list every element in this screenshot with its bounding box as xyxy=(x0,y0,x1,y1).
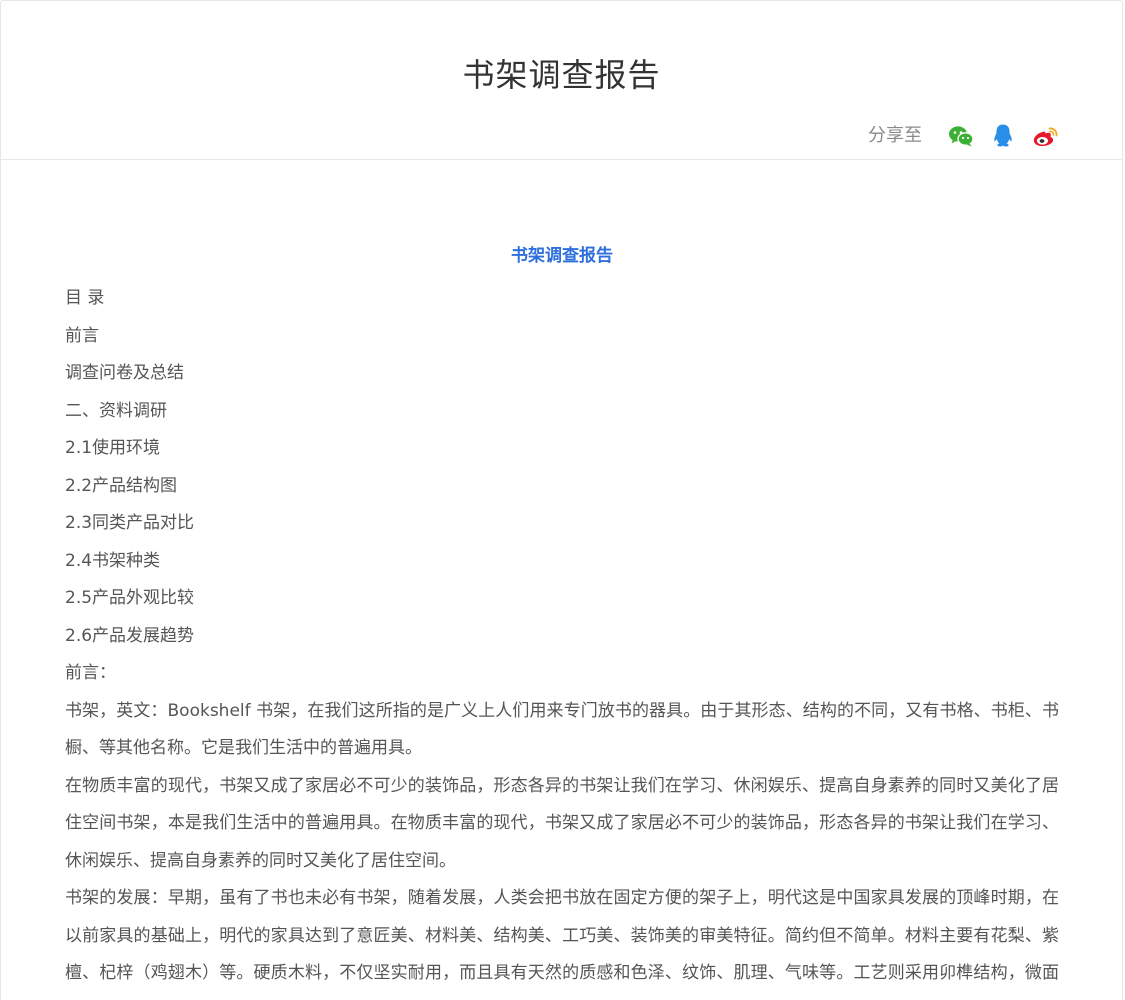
toc-item: 2.6产品发展趋势 xyxy=(65,625,195,646)
toc-item: 二、资料调研 xyxy=(65,400,167,421)
share-label: 分享至 xyxy=(868,125,922,146)
page-title: 书架调查报告 xyxy=(462,56,661,94)
document-heading: 书架调查报告 xyxy=(511,246,613,266)
weibo-icon[interactable] xyxy=(1030,121,1060,151)
section-heading: 前言： xyxy=(65,663,116,683)
article-content: 书架调查报告 目 录 前言 调查问卷及总结 二、资料调研 2.1使用环境 2.2… xyxy=(1,160,1122,1000)
toc-item: 调查问卷及总结 xyxy=(65,363,184,383)
page: 书架调查报告 分享至 书架调查报告 目 录 前言 调查问卷及总结 二、资料调研 … xyxy=(0,0,1123,1000)
body-paragraph: 书架，英文：Bookshelf 书架，在我们这所指的是广义上人们用来专门放书的器… xyxy=(65,700,1059,759)
toc-item: 2.5产品外观比较 xyxy=(65,588,195,608)
body-paragraph: 在物质丰富的现代，书架又成了家居必不可少的装饰品，形态各异的书架让我们在学习、休… xyxy=(65,775,1059,871)
toc-heading: 目 录 xyxy=(65,288,105,308)
body-paragraph: 书架的发展：早期，虽有了书也未必有书架，随着发展，人类会把书放在固定方便的架子上… xyxy=(65,888,1059,983)
qq-icon[interactable] xyxy=(988,121,1018,151)
toc-item: 2.2产品结构图 xyxy=(65,475,178,496)
toc-item: 2.3同类产品对比 xyxy=(65,513,195,533)
toc-item: 前言 xyxy=(65,325,99,346)
article-header: 书架调查报告 分享至 xyxy=(1,1,1122,160)
toc-item: 2.4书架种类 xyxy=(65,550,161,571)
wechat-icon[interactable] xyxy=(946,121,976,151)
toc-item: 2.1使用环境 xyxy=(65,438,161,458)
share-bar: 分享至 xyxy=(868,121,1060,151)
